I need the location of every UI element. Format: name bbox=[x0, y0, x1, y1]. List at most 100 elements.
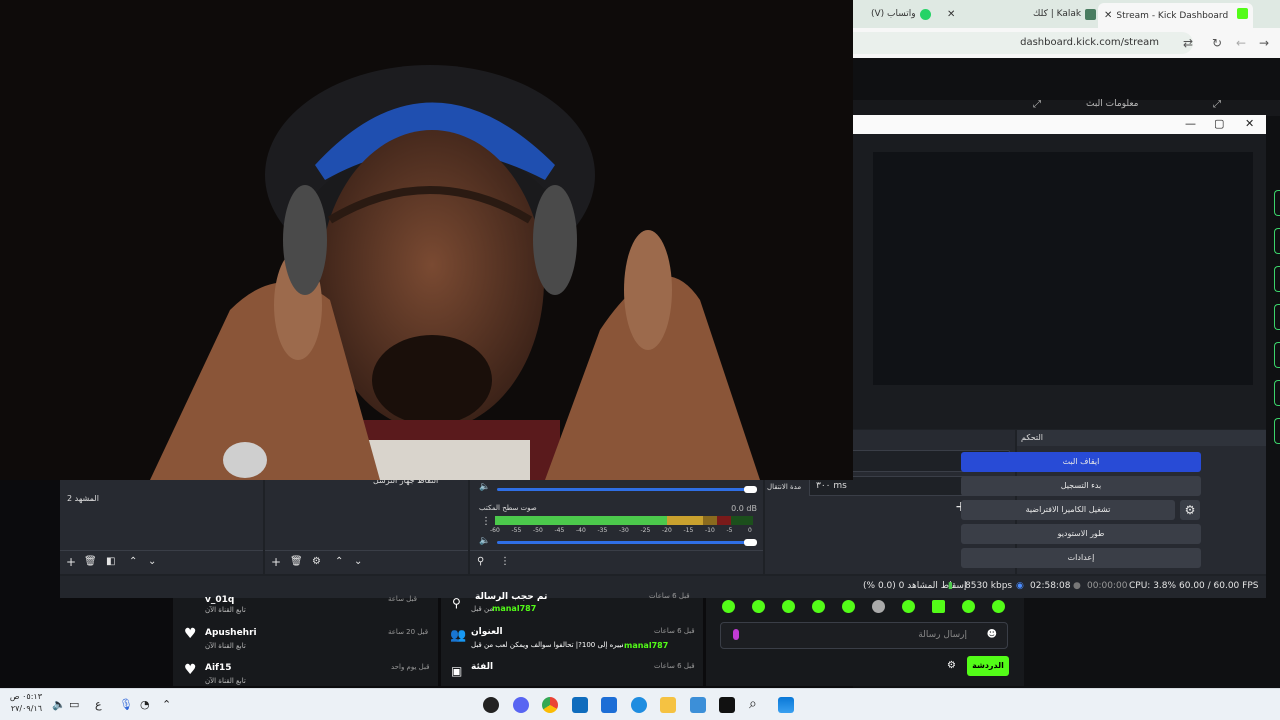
kick-favicon bbox=[1237, 8, 1248, 19]
pin-icon: ⚲ bbox=[452, 596, 461, 610]
activity-time: قبل 6 ساعات bbox=[654, 662, 695, 670]
speaker-icon[interactable]: 🔈 bbox=[479, 482, 490, 492]
emote-icon[interactable] bbox=[842, 600, 855, 613]
tab-whatsapp[interactable]: (V) واتساب bbox=[871, 3, 931, 25]
settings-button[interactable]: إعدادات bbox=[961, 548, 1201, 568]
add-icon[interactable]: + bbox=[66, 555, 76, 569]
scene-item[interactable]: المشهد 2 bbox=[67, 494, 99, 503]
emote-icon[interactable] bbox=[752, 600, 765, 613]
tab-label: كلك | Kalak bbox=[1033, 9, 1082, 19]
network-icon[interactable]: ▭ bbox=[69, 698, 79, 711]
kick-panel-header: ⤢ معلومات البث ⤢ bbox=[853, 99, 1280, 116]
reload-icon[interactable]: ↻ bbox=[1212, 36, 1222, 50]
emote-icon[interactable] bbox=[872, 600, 885, 613]
maximize-icon[interactable]: ▢ bbox=[1214, 117, 1224, 130]
minimize-icon[interactable]: — bbox=[1185, 117, 1196, 130]
activity-sub: من قبل bbox=[471, 605, 494, 613]
tray-app-icon[interactable]: ◔ bbox=[140, 698, 150, 711]
virtual-camera-settings-icon[interactable]: ⚙ bbox=[1180, 500, 1200, 520]
photos-icon[interactable] bbox=[690, 697, 706, 713]
tab-kalak[interactable]: كلك | Kalak bbox=[1033, 3, 1097, 25]
windows-start-icon[interactable] bbox=[778, 697, 794, 713]
scale-label: -5 bbox=[726, 527, 733, 534]
obs-icon[interactable] bbox=[483, 697, 499, 713]
activity-title: الفئة bbox=[471, 662, 494, 672]
emote-icon[interactable] bbox=[812, 600, 825, 613]
chat-send-button[interactable]: الدردشة bbox=[967, 656, 1009, 676]
start-recording-button[interactable]: بدء التسجيل bbox=[961, 476, 1201, 496]
activity-title: العنوان bbox=[471, 627, 503, 637]
clock[interactable]: ٠٥:١٣ ص ٢٧/٠٩/١٦ bbox=[8, 691, 42, 715]
speaker-icon[interactable]: 🔈 bbox=[479, 536, 490, 546]
record-icon: ● bbox=[1073, 581, 1081, 591]
filter-icon[interactable]: ◧ bbox=[106, 555, 115, 569]
chevron-up-icon[interactable]: ⌃ bbox=[335, 555, 343, 569]
stop-stream-button[interactable]: ايقاف البث bbox=[961, 452, 1201, 472]
edge-icon[interactable] bbox=[631, 697, 647, 713]
mic-icon[interactable] bbox=[733, 629, 739, 640]
tab-label: Stream - Kick Dashboard bbox=[1116, 10, 1229, 21]
fps: 60.00 / 60.00 FPS bbox=[1179, 581, 1259, 591]
activity-time: قبل 6 ساعات bbox=[649, 592, 690, 600]
close-icon[interactable]: ✕ bbox=[1245, 117, 1254, 130]
volume-slider[interactable] bbox=[497, 488, 753, 491]
chat-input[interactable]: إرسال رسالة ☻ bbox=[720, 622, 1008, 649]
back-icon[interactable]: → bbox=[1259, 36, 1269, 50]
emote-icon[interactable] bbox=[992, 600, 1005, 613]
virtual-camera-button[interactable]: تشغيل الكاميرا الافتراضية bbox=[961, 500, 1175, 520]
whatsapp-icon bbox=[919, 8, 931, 20]
emote-icon[interactable] bbox=[932, 600, 945, 613]
add-icon[interactable]: + bbox=[271, 555, 281, 569]
chevron-up-icon[interactable]: ⌃ bbox=[129, 555, 137, 569]
forward-icon[interactable]: ← bbox=[1236, 36, 1246, 50]
chevron-down-icon[interactable]: ⌄ bbox=[148, 555, 156, 569]
gear-icon[interactable]: ⚙ bbox=[312, 555, 321, 569]
stream-icon: ◉ bbox=[1016, 581, 1024, 591]
signal-icon: ▮ bbox=[948, 581, 953, 591]
emote-icon[interactable] bbox=[722, 600, 735, 613]
studio-mode-button[interactable]: طور الاستوديو bbox=[961, 524, 1201, 544]
discord-icon[interactable] bbox=[513, 697, 529, 713]
chevron-up-icon[interactable]: ⌃ bbox=[162, 698, 171, 711]
emote-icon[interactable] bbox=[902, 600, 915, 613]
chat-settings-icon[interactable]: ⚙ bbox=[947, 660, 956, 671]
search-icon[interactable]: ⌕ bbox=[749, 696, 757, 712]
slider-knob[interactable] bbox=[744, 539, 757, 546]
kebab-menu-icon[interactable]: ⋮ bbox=[481, 516, 491, 527]
activity-name: Apushehri bbox=[205, 628, 257, 638]
store-icon[interactable] bbox=[601, 697, 617, 713]
expand-icon[interactable]: ⤢ bbox=[1213, 99, 1221, 110]
chevron-down-icon[interactable]: ⌄ bbox=[354, 555, 362, 569]
emote-icon[interactable] bbox=[962, 600, 975, 613]
link-icon[interactable]: ⚲ bbox=[477, 555, 484, 569]
trash-icon[interactable]: 🗑 bbox=[84, 555, 97, 569]
kebab-menu-icon[interactable]: ⋮ bbox=[500, 555, 510, 569]
mic-icon[interactable]: 🎙 bbox=[119, 698, 133, 711]
activity-user[interactable]: manal787 bbox=[492, 604, 536, 613]
mail-icon[interactable] bbox=[572, 697, 588, 713]
slider-knob[interactable] bbox=[744, 486, 757, 493]
scale-label: -25 bbox=[640, 527, 651, 534]
activity-user[interactable]: manal787 bbox=[624, 641, 668, 650]
emoji-icon[interactable]: ☻ bbox=[987, 629, 997, 640]
close-tab-icon[interactable]: ✕ bbox=[947, 3, 955, 25]
tab-kick-dashboard[interactable]: ✕ Stream - Kick Dashboard bbox=[1098, 3, 1253, 28]
volume-slider[interactable] bbox=[497, 541, 753, 544]
volume-icon[interactable]: 🔈 bbox=[52, 698, 66, 711]
panel-title: معلومات البث bbox=[1086, 99, 1139, 109]
activity-time: قبل 6 ساعات bbox=[654, 627, 695, 635]
scale-label: -60 bbox=[490, 527, 500, 534]
trash-icon[interactable]: 🗑 bbox=[290, 555, 303, 569]
chrome-icon[interactable] bbox=[542, 697, 558, 713]
keyboard-lang[interactable]: ع bbox=[95, 698, 102, 711]
site-settings-icon[interactable]: ⇄ bbox=[1183, 36, 1193, 50]
activity-title: تم حجب الرسالة bbox=[475, 592, 548, 602]
emote-icon[interactable] bbox=[782, 600, 795, 613]
expand-icon[interactable]: ⤢ bbox=[1033, 99, 1041, 110]
task-view-icon[interactable] bbox=[719, 697, 735, 713]
url-bar[interactable]: dashboard.kick.com/stream bbox=[833, 32, 1193, 54]
scale-label: -30 bbox=[619, 527, 629, 534]
clock-date: ٢٧/٠٩/١٦ bbox=[10, 704, 42, 713]
folder-icon[interactable] bbox=[660, 697, 676, 713]
close-tab-icon[interactable]: ✕ bbox=[1104, 10, 1112, 21]
